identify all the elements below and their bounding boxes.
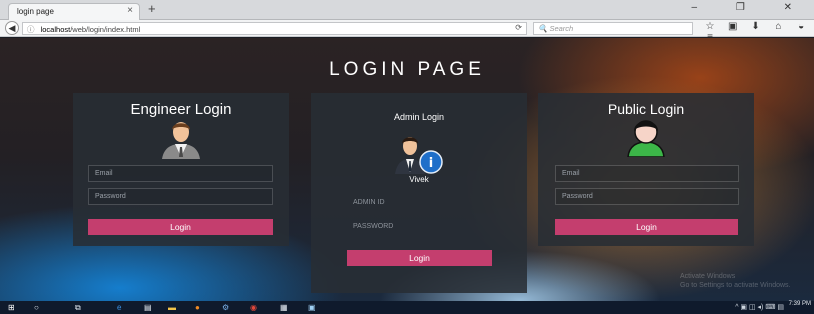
admin-password-placeholder: PASSWORD — [353, 223, 394, 230]
window-controls[interactable]: – ❐ ✕ — [692, 2, 810, 13]
search-icon: 🔍 — [538, 24, 548, 33]
taskbar-clock[interactable]: 7:39 PM — [789, 301, 811, 308]
address-bar[interactable]: ⓘ localhost/web/login/index.html ⟳ — [22, 22, 527, 35]
public-password-placeholder: Password — [562, 193, 593, 200]
engineer-email-field[interactable]: Email — [88, 165, 273, 182]
public-password-field[interactable]: Password — [555, 188, 739, 205]
store-icon[interactable]: ▤ — [144, 303, 152, 312]
svg-text:i: i — [429, 156, 433, 171]
clipboard-icon[interactable]: ▣ — [723, 21, 743, 32]
back-button[interactable]: ◀ — [5, 21, 19, 35]
page-body: LOGIN PAGE Engineer Login Email Password… — [0, 38, 814, 301]
firefox-icon[interactable]: ● — [195, 303, 200, 312]
download-icon[interactable]: ⬇ — [746, 21, 766, 32]
info-icon: ⓘ — [27, 25, 35, 34]
taskbar: ⊞ ○ ⧉ e ▤ ▬ ● ⚙ ◉ ▦ ▣ ^ ▣ ◫ ◂) ⌨ ▤ 7:39 … — [0, 301, 814, 314]
notepad-icon[interactable]: ▣ — [308, 303, 316, 312]
new-tab-button[interactable]: + — [148, 1, 156, 16]
search-input[interactable]: 🔍 Search — [533, 22, 693, 35]
browser-tabbar: login page × + – ❐ ✕ — [0, 0, 814, 20]
admin-login-title: Admin Login — [393, 112, 445, 122]
public-login-button[interactable]: Login — [555, 219, 738, 235]
page-title: LOGIN PAGE — [329, 59, 485, 80]
public-email-placeholder: Email — [562, 170, 580, 177]
admin-name: Vivek — [409, 175, 429, 184]
engineer-email-placeholder: Email — [95, 170, 113, 177]
windows-start-icon[interactable]: ⊞ — [8, 303, 15, 312]
browser-tab[interactable]: login page × — [8, 3, 140, 20]
admin-password-field[interactable]: PASSWORD — [353, 223, 493, 237]
system-tray[interactable]: ^ ▣ ◫ ◂) ⌨ ▤ — [735, 303, 784, 311]
admin-avatar-icon: i — [395, 137, 443, 174]
watermark-line2: Go to Settings to activate Windows. — [680, 282, 791, 289]
edge-icon[interactable]: e — [117, 303, 121, 312]
admin-login-button[interactable]: Login — [347, 250, 492, 266]
browser-navbar: ◀ ⓘ localhost/web/login/index.html ⟳ 🔍 S… — [0, 20, 814, 43]
star-icon[interactable]: ☆ — [700, 21, 720, 32]
url-path: /web/login/index.html — [70, 25, 141, 34]
engineer-password-placeholder: Password — [95, 193, 126, 200]
chrome-icon[interactable]: ◉ — [250, 303, 257, 312]
engineer-login-panel: Engineer Login Email Password Login — [73, 93, 289, 246]
tab-title: login page — [17, 7, 54, 16]
pocket-icon[interactable]: ◒ — [791, 21, 811, 32]
media-icon[interactable]: ▦ — [280, 303, 288, 312]
engineer-avatar-icon — [162, 122, 200, 159]
tab-close-icon[interactable]: × — [127, 5, 133, 16]
url-host: localhost — [40, 25, 71, 34]
arrow-left-icon: ◀ — [8, 23, 16, 33]
public-avatar-icon — [627, 120, 665, 157]
task-view-icon[interactable]: ⧉ — [75, 303, 81, 312]
engineer-login-title: Engineer Login — [130, 101, 232, 118]
search-placeholder: Search — [549, 24, 574, 33]
admin-id-placeholder: ADMIN ID — [353, 199, 385, 206]
settings-icon[interactable]: ⚙ — [222, 303, 229, 312]
public-email-field[interactable]: Email — [555, 165, 739, 182]
activate-windows-watermark: Activate Windows Go to Settings to activ… — [680, 272, 791, 290]
public-login-panel: Public Login Email Password Login — [538, 93, 754, 246]
admin-login-panel: Admin Login i Vivek ADMIN ID PASSWORD Lo… — [311, 93, 527, 293]
file-explorer-icon[interactable]: ▬ — [168, 303, 176, 312]
engineer-login-button[interactable]: Login — [88, 219, 273, 235]
home-icon[interactable]: ⌂ — [768, 21, 788, 32]
reload-icon[interactable]: ⟳ — [515, 23, 522, 32]
admin-id-field[interactable]: ADMIN ID — [353, 199, 493, 213]
watermark-line1: Activate Windows — [680, 273, 736, 280]
search-icon[interactable]: ○ — [34, 303, 39, 312]
engineer-password-field[interactable]: Password — [88, 188, 273, 205]
